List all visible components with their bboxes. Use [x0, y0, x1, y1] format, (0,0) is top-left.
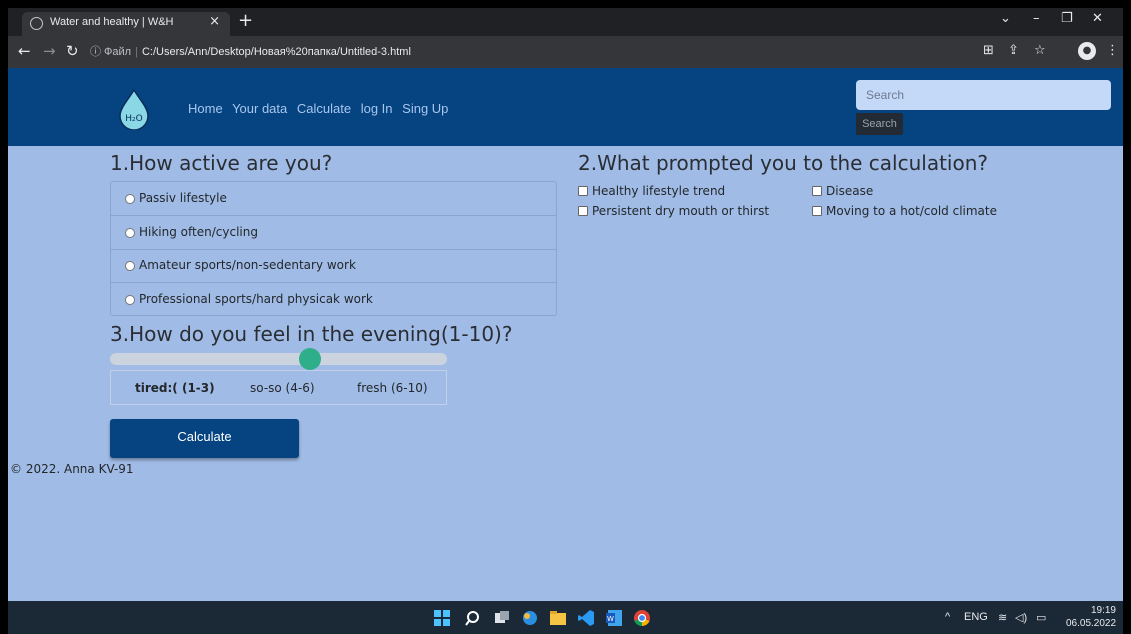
browser-tab-strip: Water and healthy | W&H × + ⌄ – ❐ ✕	[8, 8, 1123, 36]
checkbox-label: Persistent dry mouth or thirst	[592, 204, 770, 218]
site-navbar: H₂O Home Your data Calculate log In Sing…	[8, 68, 1123, 146]
checkbox[interactable]	[578, 186, 588, 196]
radio-button[interactable]	[125, 295, 135, 305]
word-icon-letter: W	[607, 615, 614, 623]
tray-language[interactable]: ENG	[964, 611, 988, 623]
back-icon[interactable]: ←	[18, 42, 31, 60]
radio-label: Amateur sports/non-sedentary work	[139, 258, 356, 272]
radio-button[interactable]	[125, 194, 135, 204]
q1-title: 1.How active are you?	[110, 151, 333, 175]
footer-copyright: © 2022. Anna KV-91	[10, 462, 134, 476]
web-page: H₂O Home Your data Calculate log In Sing…	[8, 68, 1123, 601]
profile-icon[interactable]: ●	[1078, 42, 1096, 60]
taskbar-clock[interactable]: 19:19 06.05.2022	[1066, 604, 1116, 630]
water-drop-logo[interactable]: H₂O	[118, 88, 150, 130]
chevron-down-icon[interactable]: ⌄	[1000, 11, 1011, 26]
checkbox-option[interactable]: Healthy lifestyle trend	[578, 184, 725, 198]
tab-title: Water and healthy | W&H	[50, 16, 174, 28]
radio-button[interactable]	[125, 228, 135, 238]
scale-label-so-so: so-so (4-6)	[250, 381, 315, 395]
calculate-button[interactable]: Calculate	[110, 419, 299, 458]
mood-slider-thumb[interactable]	[299, 348, 321, 370]
checkbox-label: Moving to a hot/cold climate	[826, 204, 997, 218]
address-separator: |	[135, 46, 138, 58]
star-icon[interactable]: ☆	[1034, 43, 1046, 58]
restore-icon[interactable]: ❐	[1061, 11, 1073, 26]
word-icon[interactable]: W	[605, 609, 623, 627]
checkbox-option[interactable]: Persistent dry mouth or thirst	[578, 204, 769, 218]
checkbox-option[interactable]: Moving to a hot/cold climate	[812, 204, 997, 218]
checkbox[interactable]	[812, 206, 822, 216]
checkbox-label: Disease	[826, 184, 874, 198]
file-explorer-icon[interactable]	[549, 609, 567, 627]
search-button[interactable]: Search	[856, 113, 903, 135]
checkbox[interactable]	[578, 206, 588, 216]
minimize-icon[interactable]: –	[1033, 11, 1040, 26]
radio-button[interactable]	[125, 261, 135, 271]
address-bar[interactable]: ⓘ Файл | C:/Users/Ann/Desktop/Новая%20папк…	[90, 41, 960, 63]
scale-label-tired: tired:( (1-3)	[135, 381, 215, 395]
volume-icon[interactable]: ◁)	[1015, 611, 1027, 624]
clock-date: 06.05.2022	[1066, 618, 1117, 629]
radio-option[interactable]: Professional sports/hard physicak work	[111, 283, 556, 317]
mood-slider-track[interactable]	[110, 353, 447, 365]
close-window-icon[interactable]: ✕	[1092, 11, 1103, 26]
radio-option[interactable]: Passiv lifestyle	[111, 182, 556, 216]
address-url: C:/Users/Ann/Desktop/Новая%20папка/Untit…	[141, 46, 411, 58]
radio-label: Hiking often/cycling	[139, 225, 258, 239]
logo-text: H₂O	[125, 114, 142, 124]
new-tab-button[interactable]: +	[238, 10, 253, 32]
reload-icon[interactable]: ↻	[66, 42, 79, 60]
nav-sign-up[interactable]: Sing Up	[402, 101, 448, 116]
nav-your-data[interactable]: Your data	[232, 101, 287, 116]
globe-icon	[30, 17, 43, 30]
wifi-icon[interactable]: ≋	[998, 611, 1007, 624]
site-nav-links: Home Your data Calculate log In Sing Up	[188, 101, 454, 116]
close-tab-icon[interactable]: ×	[209, 14, 220, 29]
vscode-icon[interactable]	[577, 609, 595, 627]
scale-label-fresh: fresh (6-10)	[357, 381, 428, 395]
nav-home[interactable]: Home	[188, 101, 223, 116]
radio-label: Professional sports/hard physicak work	[139, 292, 373, 306]
address-info: ⓘ Файл	[90, 46, 132, 58]
screen: Water and healthy | W&H × + ⌄ – ❐ ✕ ← → …	[0, 0, 1131, 634]
checkbox-option[interactable]: Disease	[812, 184, 873, 198]
q2-title: 2.What prompted you to the calculation?	[578, 151, 989, 175]
search-icon[interactable]	[465, 609, 483, 627]
nav-log-in[interactable]: log In	[361, 101, 393, 116]
windows-start-icon[interactable]	[433, 609, 451, 627]
radio-option[interactable]: Amateur sports/non-sedentary work	[111, 249, 556, 283]
chrome-icon[interactable]	[633, 609, 651, 627]
q3-title: 3.How do you feel in the evening(1-10)?	[110, 322, 513, 346]
tray-chevron-icon[interactable]: ^	[945, 611, 950, 623]
mood-scale: tired:( (1-3) so-so (4-6) fresh (6-10)	[110, 370, 447, 405]
menu-dots-icon[interactable]: ⋮	[1106, 43, 1119, 58]
checkbox[interactable]	[812, 186, 822, 196]
widgets-icon[interactable]	[521, 609, 539, 627]
task-view-icon[interactable]	[493, 609, 511, 627]
forward-icon[interactable]: →	[43, 42, 56, 60]
search-input[interactable]: Search	[856, 80, 1111, 110]
translate-icon[interactable]: ⊞	[983, 43, 994, 58]
radio-label: Passiv lifestyle	[139, 191, 227, 205]
share-icon[interactable]: ⇪	[1008, 43, 1019, 58]
battery-icon[interactable]: ▭	[1036, 611, 1046, 624]
checkbox-label: Healthy lifestyle trend	[592, 184, 726, 198]
radio-option[interactable]: Hiking often/cycling	[111, 216, 556, 250]
browser-toolbar: ← → ↻ ⓘ Файл | C:/Users/Ann/Desktop/Новая%…	[8, 36, 1123, 68]
nav-calculate[interactable]: Calculate	[297, 101, 351, 116]
taskbar: W ^ ENG ≋ ◁) ▭ 19:19 06.05.2022	[8, 601, 1123, 634]
browser-tab[interactable]: Water and healthy | W&H ×	[22, 12, 230, 36]
clock-time: 19:19	[1090, 605, 1116, 616]
activity-radio-group: Passiv lifestyle Hiking often/cycling Am…	[110, 181, 557, 316]
